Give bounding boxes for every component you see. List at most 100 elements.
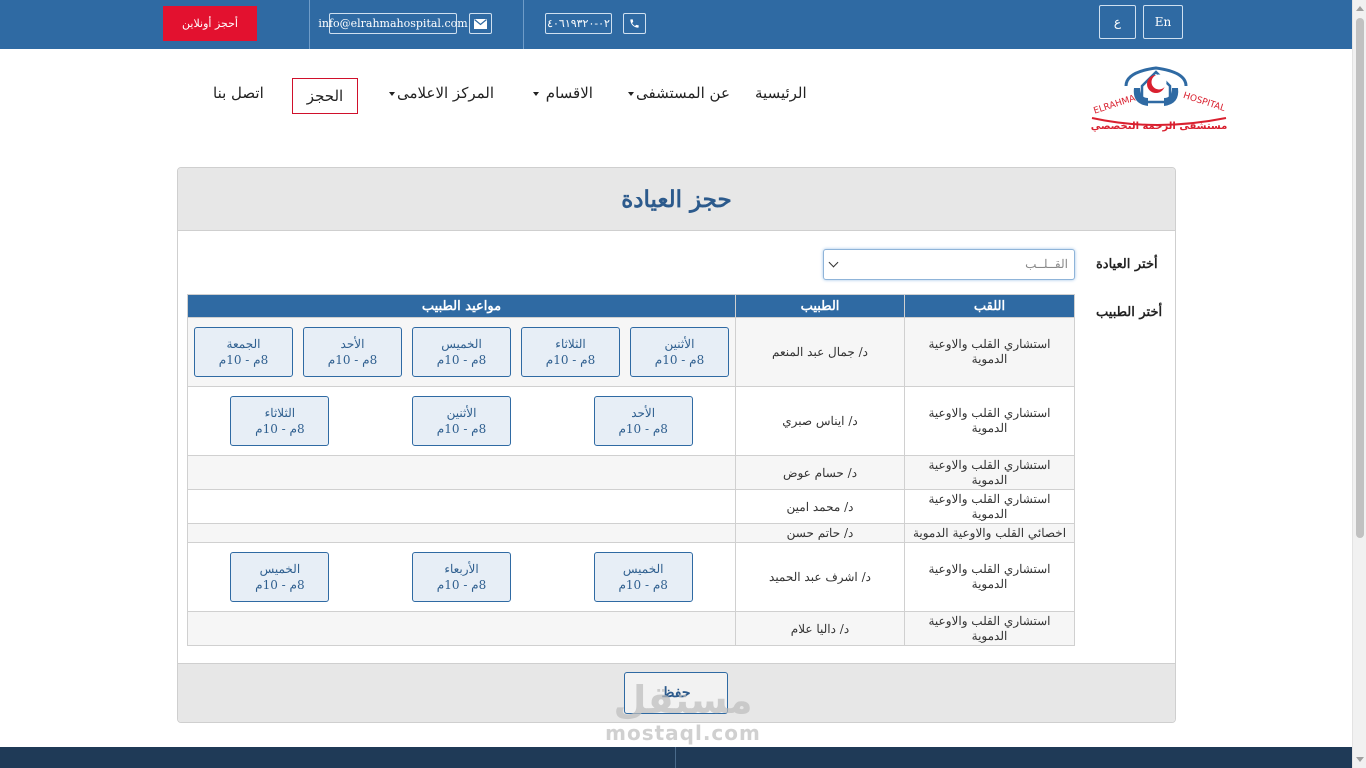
- doctors-table: اللقب الطبيب مواعيد الطبيب استشاري القلب…: [187, 294, 1075, 646]
- slot-time: 8م - 10م: [654, 353, 705, 367]
- nav-about[interactable]: عن المستشفى: [626, 84, 730, 102]
- appointment-slot[interactable]: الأحد 8م - 10م: [593, 396, 693, 446]
- slot-day: الأثنين: [664, 337, 695, 351]
- doctor-title: اخصائي القلب والاوعية الدموية: [904, 523, 1075, 543]
- slot-day: الأحد: [631, 406, 656, 420]
- appointment-slot[interactable]: الأثنين 8م - 10م: [630, 327, 729, 377]
- doctor-name: د/ حاتم حسن: [735, 523, 905, 543]
- doctor-name: د/ ايناس صبري: [735, 386, 905, 456]
- nav-about-label: عن المستشفى: [636, 84, 730, 102]
- clinic-select[interactable]: القــلــب: [823, 249, 1075, 280]
- slot-time: 8م - 10م: [218, 353, 269, 367]
- slot-day: الخميس: [259, 562, 301, 576]
- appointment-slot[interactable]: الثلاثاء 8م - 10م: [230, 396, 330, 446]
- svg-text:HOSPITAL: HOSPITAL: [1182, 91, 1227, 114]
- table-row[interactable]: استشاري القلب والاوعية الدموية د/ داليا …: [187, 611, 1075, 646]
- nav-media-label: المركز الاعلامى: [397, 84, 495, 102]
- appointment-slot[interactable]: الخميس 8م - 10م: [230, 552, 330, 602]
- table-row[interactable]: استشاري القلب والاوعية الدموية د/ ايناس …: [187, 386, 1075, 456]
- slot-day: الأثنين: [446, 406, 477, 420]
- page-footer: [0, 747, 1352, 768]
- nav-media[interactable]: المركز الاعلامى: [387, 84, 494, 102]
- doctor-name: د/ اشرف عبد الحميد: [735, 542, 905, 612]
- clinic-select-value: القــلــب: [1025, 257, 1068, 271]
- phone-icon[interactable]: [623, 13, 646, 34]
- hospital-logo[interactable]: ELRAHMA HOSPITAL مستشفى الرحمة التخصصي: [1086, 58, 1232, 134]
- scroll-thumb[interactable]: [1356, 18, 1364, 538]
- table-row[interactable]: اخصائي القلب والاوعية الدموية د/ حاتم حس…: [187, 523, 1075, 543]
- slots-cell: [187, 489, 736, 524]
- doctor-title: استشاري القلب والاوعية الدموية: [904, 542, 1075, 612]
- svg-text:ELRAHMA: ELRAHMA: [1092, 93, 1137, 116]
- email-link[interactable]: info@elrahmahospital.com: [318, 13, 468, 34]
- slot-day: الثلاثاء: [264, 406, 296, 420]
- panel-title: حجز العيادة: [621, 185, 732, 213]
- nav-departments[interactable]: الاقسام: [531, 84, 593, 102]
- clinic-label: أختر العيادة: [1096, 257, 1158, 272]
- appointment-slot[interactable]: الأثنين 8م - 10م: [412, 396, 512, 446]
- page-scrollbar[interactable]: [1352, 0, 1366, 768]
- slot-time: 8م - 10م: [327, 353, 378, 367]
- slot-time: 8م - 10م: [436, 422, 487, 436]
- nav-home[interactable]: الرئيسية: [755, 84, 807, 102]
- envelope-icon[interactable]: [469, 13, 492, 34]
- appointment-slot[interactable]: الخميس 8م - 10م: [593, 552, 693, 602]
- doctor-label: أختر الطبيب: [1096, 305, 1163, 320]
- nav-contact[interactable]: اتصل بنا: [213, 84, 264, 102]
- caret-down-icon: [628, 92, 634, 96]
- slots-cell: [187, 523, 736, 543]
- slot-time: 8م - 10م: [255, 578, 305, 592]
- slot-day: الخميس: [622, 562, 664, 576]
- caret-down-icon: [389, 92, 395, 96]
- panel-header: حجز العيادة: [178, 168, 1175, 231]
- table-row[interactable]: استشاري القلب والاوعية الدموية د/ جمال ع…: [187, 317, 1075, 387]
- doctor-title: استشاري القلب والاوعية الدموية: [904, 455, 1075, 490]
- doctor-title: استشاري القلب والاوعية الدموية: [904, 611, 1075, 646]
- topbar-divider: [523, 0, 524, 49]
- slots-cell: الخميس 8م - 10م الأربعاء 8م - 10م الخميس 8م…: [187, 542, 736, 612]
- caret-down-icon: [533, 92, 539, 96]
- header-title: اللقب: [904, 294, 1075, 318]
- slot-time: 8م - 10م: [618, 578, 668, 592]
- lang-arabic-button[interactable]: ع: [1099, 5, 1136, 39]
- slot-time: 8م - 10م: [618, 422, 668, 436]
- appointment-slot[interactable]: الخميس 8م - 10م: [412, 327, 511, 377]
- appointment-slot[interactable]: الأربعاء 8م - 10م: [412, 552, 512, 602]
- slot-day: الأحد: [340, 337, 365, 351]
- slot-time: 8م - 10م: [255, 422, 305, 436]
- doctor-title: استشاري القلب والاوعية الدموية: [904, 317, 1075, 387]
- watermark-url: mostaql.com: [605, 721, 761, 745]
- watermark-arabic: مستقل: [613, 678, 753, 722]
- slots-cell: [187, 611, 736, 646]
- book-online-button[interactable]: أحجز أونلاين: [163, 6, 257, 41]
- header-schedule: مواعيد الطبيب: [187, 294, 736, 318]
- slot-time: 8م - 10م: [436, 353, 487, 367]
- appointment-slot[interactable]: الأحد 8م - 10م: [303, 327, 402, 377]
- svg-text:مستشفى الرحمة التخصصي: مستشفى الرحمة التخصصي: [1091, 121, 1228, 132]
- slot-day: الخميس: [441, 337, 482, 351]
- slot-time: 8م - 10م: [436, 578, 487, 592]
- scroll-down-icon[interactable]: [1356, 757, 1364, 762]
- phone-number[interactable]: ٠٢-٤٠٦١٩٣٢٠: [545, 13, 612, 34]
- appointment-slot[interactable]: الثلاثاء 8م - 10م: [521, 327, 620, 377]
- top-bar: أحجز أونلاين info@elrahmahospital.com ٠٢…: [0, 0, 1352, 49]
- doctor-name: د/ داليا علام: [735, 611, 905, 646]
- doctor-title: استشاري القلب والاوعية الدموية: [904, 489, 1075, 524]
- table-row[interactable]: استشاري القلب والاوعية الدموية د/ حسام ع…: [187, 455, 1075, 490]
- booking-panel: حجز العيادة أختر العيادة القــلــب أختر …: [177, 167, 1176, 723]
- doctor-title: استشاري القلب والاوعية الدموية: [904, 386, 1075, 456]
- doctor-name: د/ جمال عبد المنعم: [735, 317, 905, 387]
- slot-day: الجمعة: [226, 337, 261, 351]
- doctor-name: د/ حسام عوض: [735, 455, 905, 490]
- scroll-up-icon[interactable]: [1356, 6, 1364, 11]
- slots-cell: الأثنين 8م - 10م الثلاثاء 8م - 10م الخميس 8…: [187, 317, 736, 387]
- appointment-slot[interactable]: الجمعة 8م - 10م: [194, 327, 293, 377]
- table-row[interactable]: استشاري القلب والاوعية الدموية د/ محمد ا…: [187, 489, 1075, 524]
- chevron-down-icon: [828, 257, 839, 268]
- header-doctor: الطبيب: [735, 294, 905, 318]
- nav-booking[interactable]: الحجز: [292, 78, 358, 114]
- table-row[interactable]: استشاري القلب والاوعية الدموية د/ اشرف ع…: [187, 542, 1075, 612]
- slot-time: 8م - 10م: [545, 353, 596, 367]
- footer-divider: [675, 747, 676, 768]
- lang-english-button[interactable]: En: [1143, 5, 1183, 39]
